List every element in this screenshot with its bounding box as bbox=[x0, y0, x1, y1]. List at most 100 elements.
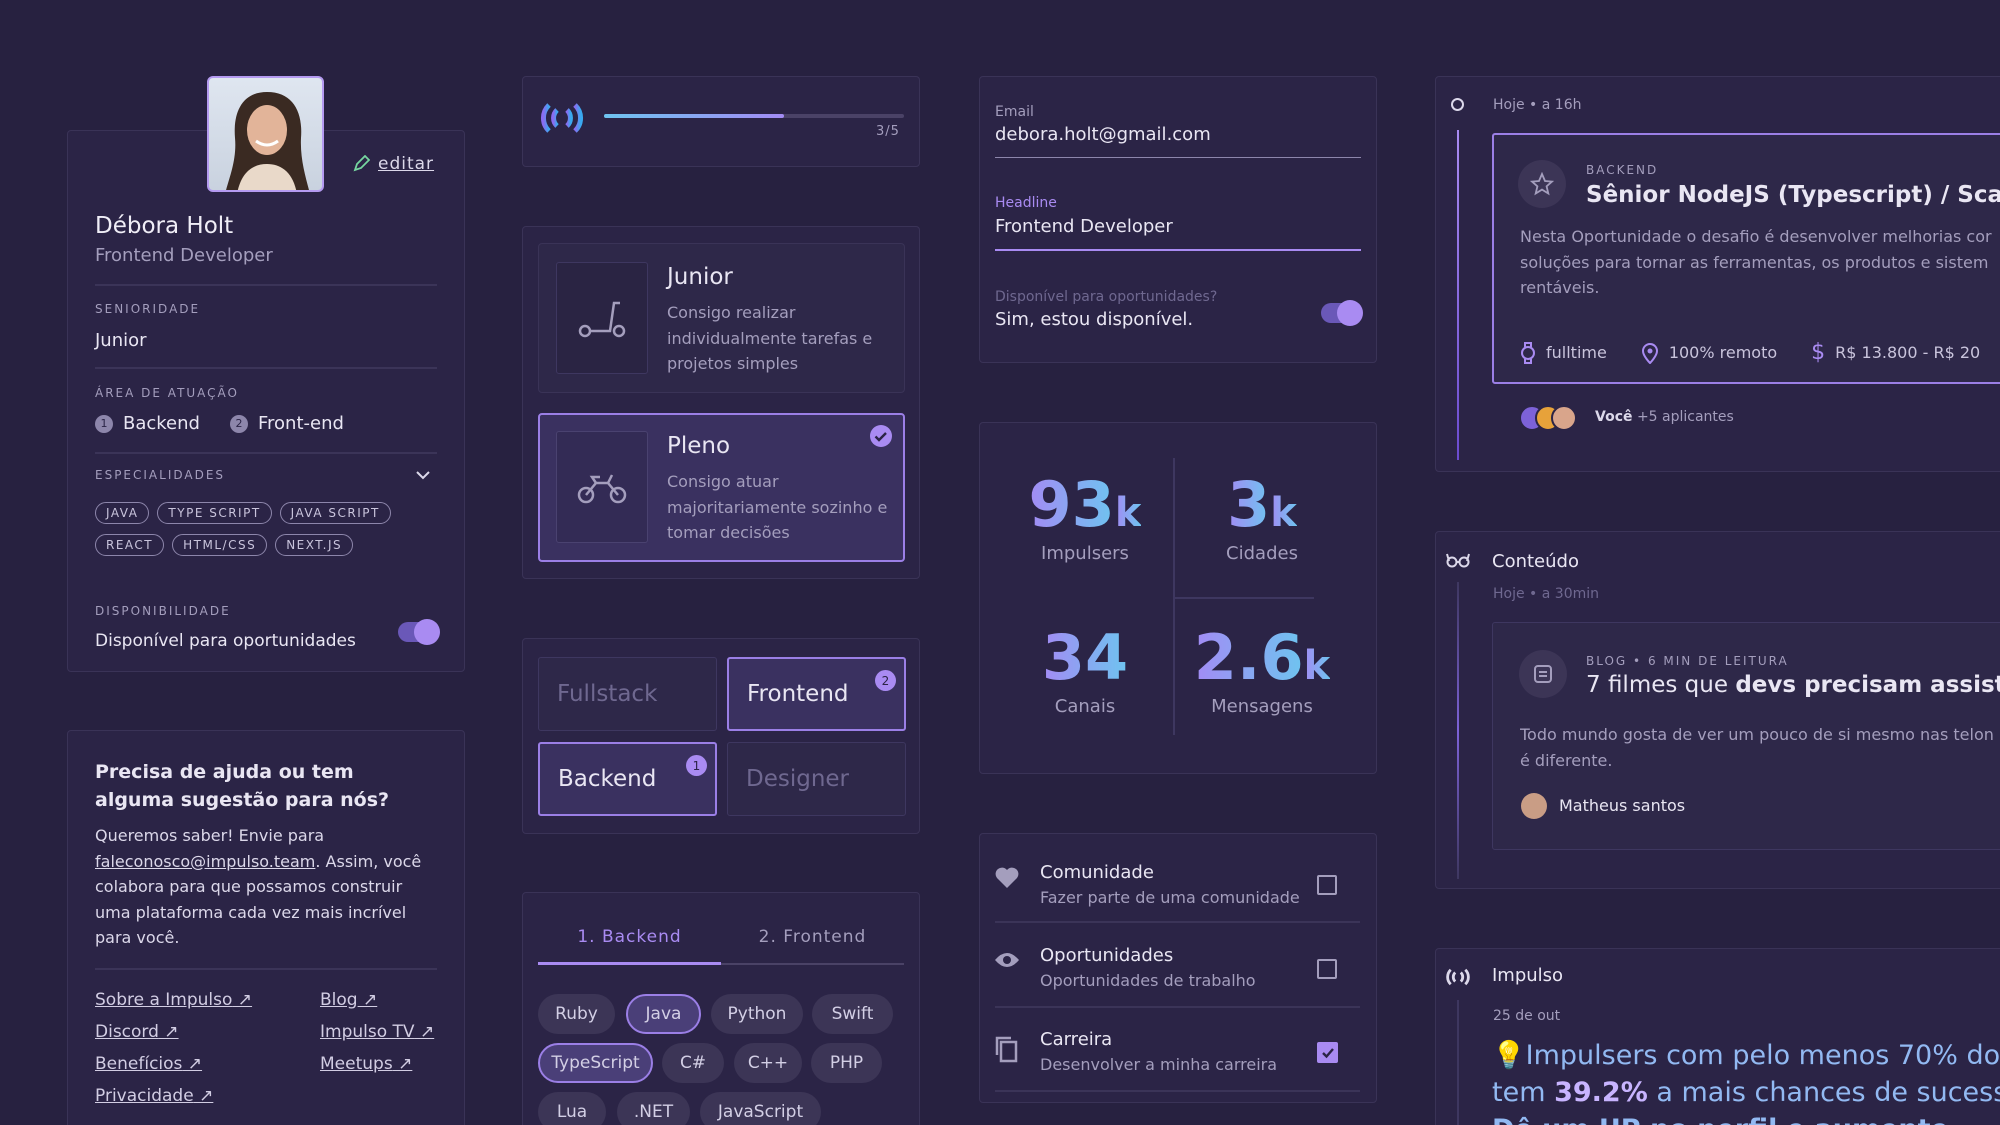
chevron-down-icon[interactable] bbox=[414, 466, 432, 484]
job-tags: fulltime 100% remoto $ R$ 13.800 - R$ 20 bbox=[1520, 340, 2000, 365]
job-time: Hoje • a 16h bbox=[1493, 97, 1582, 113]
timeline-line bbox=[1457, 130, 1459, 460]
job-description: Nesta Oportunidade o desafio é desenvolv… bbox=[1520, 227, 1992, 297]
interest-title: Carreira bbox=[1040, 1029, 1113, 1050]
seniority-label: SENIORIDADE bbox=[95, 302, 201, 316]
interest-checkbox[interactable] bbox=[1317, 959, 1337, 979]
link-impulso-tv[interactable]: Impulso TV ↗ bbox=[320, 1022, 445, 1042]
job-location-tag: 100% remoto bbox=[1641, 340, 1777, 365]
level-desc: Consigo atuar majoritariamente sozinho e… bbox=[667, 472, 888, 542]
impulso-date: 25 de out bbox=[1493, 1008, 1561, 1024]
area-number-badge: 1 bbox=[95, 414, 113, 433]
interest-checkbox-checked[interactable] bbox=[1317, 1042, 1338, 1063]
specialties-label: ESPECIALIDADES bbox=[95, 468, 226, 482]
email-field[interactable]: debora.holt@gmail.com bbox=[995, 124, 1361, 158]
divider bbox=[995, 1006, 1360, 1008]
document-icon bbox=[1534, 665, 1552, 683]
tech-pill-swift[interactable]: Swift bbox=[812, 994, 893, 1034]
map-pin-icon bbox=[1641, 342, 1658, 364]
edit-link[interactable]: editar bbox=[352, 154, 434, 174]
level-title: Pleno bbox=[667, 433, 731, 459]
tab-backend[interactable]: 1. Backend bbox=[538, 927, 721, 947]
progress-label: 3/5 bbox=[876, 124, 900, 139]
progress-track bbox=[604, 114, 904, 118]
specialty-chips: JAVA TYPE SCRIPT JAVA SCRIPT REACT HTML/CSS… bbox=[95, 502, 445, 566]
tech-pill-javascript[interactable]: JavaScript bbox=[700, 1092, 821, 1125]
interest-desc: Oportunidades de trabalho bbox=[1040, 971, 1256, 990]
headline-field[interactable]: Frontend Developer bbox=[995, 216, 1361, 251]
blog-description: Todo mundo gosta de ver um pouco de si m… bbox=[1520, 725, 1994, 770]
headline-label: Headline bbox=[995, 195, 1057, 211]
specialty-chip: TYPE SCRIPT bbox=[157, 502, 272, 524]
copy-icon bbox=[995, 1036, 1018, 1063]
content-title: Conteúdo bbox=[1492, 551, 1579, 572]
availability-toggle[interactable] bbox=[398, 619, 440, 645]
area-list: 1 Backend 2 Front-end bbox=[95, 413, 344, 434]
blog-icon-circle bbox=[1519, 650, 1567, 698]
tech-pill-cpp[interactable]: C++ bbox=[734, 1043, 802, 1083]
content-time: Hoje • a 30min bbox=[1493, 586, 1599, 602]
specialty-chip: NEXT.JS bbox=[275, 534, 354, 556]
link-sobre[interactable]: Sobre a Impulso ↗ bbox=[95, 990, 320, 1010]
job-type-tag: fulltime bbox=[1520, 340, 1607, 365]
blog-author-avatar bbox=[1521, 793, 1547, 819]
avatar bbox=[1551, 405, 1577, 431]
eye-icon bbox=[995, 953, 1019, 967]
link-discord[interactable]: Discord ↗ bbox=[95, 1022, 320, 1042]
job-star-button[interactable] bbox=[1518, 160, 1566, 208]
divider bbox=[995, 921, 1360, 923]
seniority-value: Junior bbox=[95, 330, 147, 351]
job-title[interactable]: Sênior NodeJS (Typescript) / Scala bbox=[1586, 182, 2000, 208]
specialty-chip: HTML/CSS bbox=[172, 534, 268, 556]
role-order-badge: 1 bbox=[686, 755, 707, 776]
role-frontend[interactable]: Frontend 2 bbox=[727, 657, 906, 731]
impulso-logo-icon bbox=[1446, 968, 1470, 986]
tab-active-indicator bbox=[538, 962, 721, 965]
impulso-title: Impulso bbox=[1492, 965, 1564, 986]
profile-name: Débora Holt bbox=[95, 213, 234, 239]
area-item: 2 Front-end bbox=[229, 413, 344, 434]
applicant-avatars bbox=[1519, 405, 1577, 431]
scooter-icon bbox=[578, 301, 626, 338]
tech-pill-php[interactable]: PHP bbox=[811, 1043, 882, 1083]
interest-checkbox[interactable] bbox=[1317, 875, 1337, 895]
check-icon bbox=[1321, 1047, 1334, 1058]
help-email-link[interactable]: faleconosco@impulso.team bbox=[95, 852, 315, 871]
divider bbox=[995, 1090, 1360, 1092]
tech-pill-lua[interactable]: Lua bbox=[538, 1092, 606, 1125]
tech-pill-ruby[interactable]: Ruby bbox=[538, 994, 615, 1034]
divider bbox=[95, 284, 437, 286]
role-backend[interactable]: Backend 1 bbox=[538, 742, 717, 816]
tech-pill-typescript[interactable]: TypeScript bbox=[538, 1043, 653, 1083]
availability-toggle[interactable] bbox=[1321, 300, 1363, 326]
specialty-chip: REACT bbox=[95, 534, 165, 556]
timeline-line bbox=[1457, 582, 1459, 879]
help-title: Precisa de ajuda ou tem alguma sugestão … bbox=[95, 761, 390, 811]
availability-question: Disponível para oportunidades? bbox=[995, 289, 1218, 305]
job-category: BACKEND bbox=[1586, 163, 1659, 177]
help-text: Queremos saber! Envie para faleconosco@i… bbox=[95, 826, 422, 947]
stat-canais: 34 Canais bbox=[1041, 621, 1129, 717]
role-designer[interactable]: Designer bbox=[727, 742, 906, 816]
level-desc: Consigo realizar individualmente tarefas… bbox=[667, 303, 873, 373]
role-fullstack[interactable]: Fullstack bbox=[538, 657, 717, 731]
availability-answer: Sim, estou disponível. bbox=[995, 309, 1194, 330]
tech-pill-dotnet[interactable]: .NET bbox=[617, 1092, 690, 1125]
pencil-icon bbox=[353, 155, 370, 172]
link-beneficios[interactable]: Benefícios ↗ bbox=[95, 1054, 320, 1074]
link-blog[interactable]: Blog ↗ bbox=[320, 990, 445, 1010]
tech-pill-csharp[interactable]: C# bbox=[662, 1043, 724, 1083]
link-meetups[interactable]: Meetups ↗ bbox=[320, 1054, 445, 1074]
tab-frontend[interactable]: 2. Frontend bbox=[721, 927, 904, 947]
motorcycle-icon bbox=[577, 474, 627, 504]
area-item: 1 Backend bbox=[95, 413, 200, 434]
stats-horizontal-divider bbox=[1174, 597, 1314, 599]
interest-desc: Desenvolver a minha carreira bbox=[1040, 1055, 1278, 1074]
link-privacidade[interactable]: Privacidade ↗ bbox=[95, 1086, 320, 1106]
blog-title[interactable]: 7 filmes que devs precisam assistir bbox=[1586, 672, 2000, 698]
timeline-dot bbox=[1451, 98, 1464, 111]
tech-pill-java[interactable]: Java bbox=[626, 994, 701, 1034]
star-icon bbox=[1530, 172, 1554, 196]
tech-pill-python[interactable]: Python bbox=[711, 994, 803, 1034]
blog-author: Matheus santos bbox=[1559, 796, 1686, 815]
